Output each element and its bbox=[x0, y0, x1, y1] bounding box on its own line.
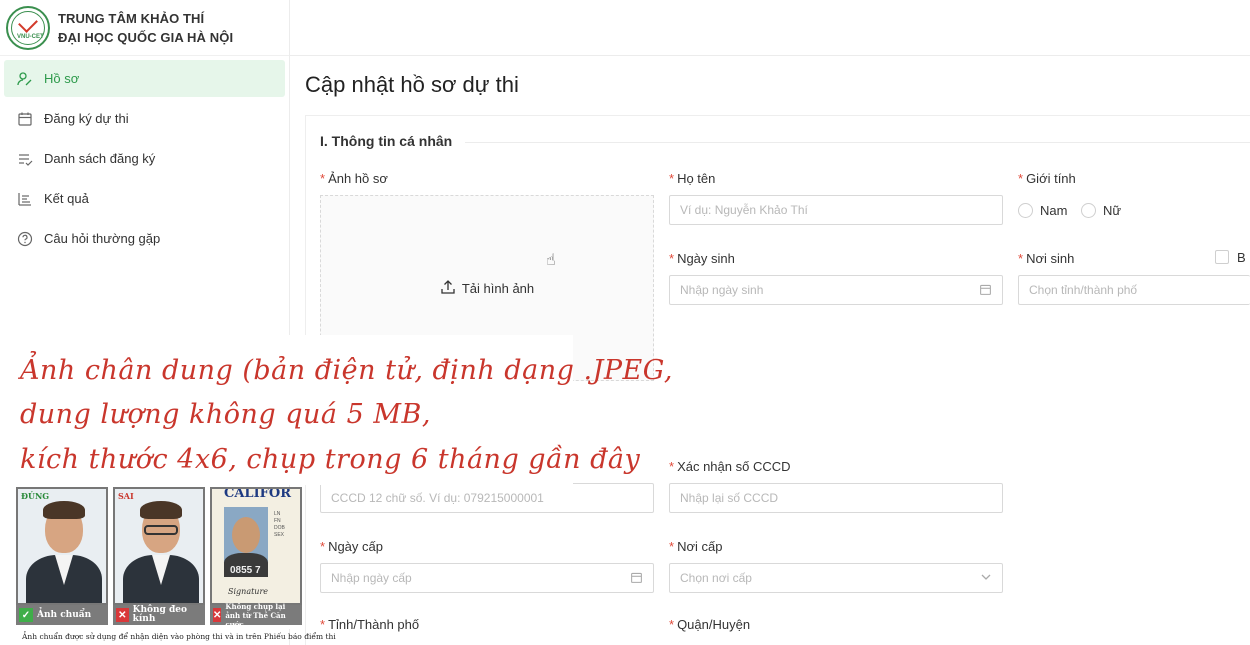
logo: VNU-CET bbox=[6, 5, 50, 50]
fullname-label: * Họ tên bbox=[669, 171, 716, 186]
org-name-line2: ĐẠI HỌC QUỐC GIA HÀ NỘI bbox=[58, 29, 234, 45]
sidebar-item-dang-ky[interactable]: Đăng ký dự thi bbox=[4, 100, 285, 137]
list-check-icon bbox=[16, 150, 34, 168]
top-bar bbox=[290, 0, 1250, 56]
hand-cursor-icon: ☝ bbox=[546, 252, 556, 269]
section-divider bbox=[465, 142, 1250, 143]
photo-example-id-card: CALIFOR LN FN DOB SEX 0855 7 Signature bbox=[210, 487, 302, 605]
section-title-personal: I. Thông tin cá nhân bbox=[320, 133, 453, 149]
photo-guide: ĐÚNG ✓ Ảnh chuẩn SAI ✕ Không đeo kính CA… bbox=[14, 487, 305, 629]
dob-input[interactable]: Nhập ngày sinh bbox=[669, 275, 1003, 305]
calendar-icon bbox=[979, 283, 992, 299]
gender-label: * Giới tính bbox=[1018, 171, 1076, 186]
sidebar-item-ket-qua[interactable]: Kết quả bbox=[4, 180, 285, 217]
sidebar-item-label: Câu hỏi thường gặp bbox=[44, 231, 161, 246]
question-circle-icon bbox=[16, 230, 34, 248]
issue-place-select[interactable]: Chọn nơi cấp bbox=[669, 563, 1003, 593]
cross-icon: ✕ bbox=[213, 608, 222, 622]
cccd-confirm-label: * Xác nhận số CCCD bbox=[669, 459, 791, 474]
photo-example-glasses: SAI bbox=[113, 487, 205, 605]
sidebar-menu: Hồ sơ Đăng ký dự thi Danh sách đăng ký K… bbox=[0, 60, 289, 257]
birthplace-select[interactable]: Chọn tỉnh/thành phố bbox=[1018, 275, 1250, 305]
banner-line-1: Ảnh chân dung (bản điện tử, định dạng .J… bbox=[20, 355, 673, 386]
gender-radio-nam[interactable]: Nam bbox=[1018, 203, 1067, 218]
sidebar-item-label: Hồ sơ bbox=[44, 71, 80, 86]
sidebar-item-ho-so[interactable]: Hồ sơ bbox=[4, 60, 285, 97]
chevron-down-icon bbox=[980, 571, 992, 586]
photo-example-correct: ĐÚNG bbox=[16, 487, 108, 605]
fullname-input[interactable]: Ví dụ: Nguyễn Khảo Thí bbox=[669, 195, 1003, 225]
province-label: * Tỉnh/Thành phố bbox=[320, 617, 420, 632]
issue-date-input[interactable]: Nhập ngày cấp bbox=[320, 563, 654, 593]
sidebar-item-label: Đăng ký dự thi bbox=[44, 111, 129, 126]
district-label: * Quận/Huyện bbox=[669, 617, 751, 632]
photo-requirements-banner: Ảnh chân dung (bản điện tử, định dạng .J… bbox=[0, 335, 672, 485]
cross-icon: ✕ bbox=[116, 608, 129, 622]
caption-correct: ✓ Ảnh chuẩn bbox=[16, 605, 108, 625]
sidebar-item-label: Danh sách đăng ký bbox=[44, 151, 156, 166]
banner-line-2: dung lượng không quá 5 MB, bbox=[20, 399, 431, 430]
caption-no-glasses: ✕ Không đeo kính bbox=[113, 605, 205, 625]
upload-label: Tải hình ảnh bbox=[461, 280, 535, 296]
gender-radio-nu[interactable]: Nữ bbox=[1081, 203, 1121, 218]
brand[interactable]: VNU-CET TRUNG TÂM KHẢO THÍ ĐẠI HỌC QUỐC … bbox=[0, 0, 289, 56]
dob-label: * Ngày sinh bbox=[669, 251, 735, 266]
photo-guide-note: Ảnh chuẩn được sử dụng để nhận diện vào … bbox=[22, 632, 336, 641]
sidebar-item-faq[interactable]: Câu hỏi thường gặp bbox=[4, 220, 285, 257]
birthplace-checkbox-label: B bbox=[1237, 250, 1246, 265]
bar-chart-icon bbox=[16, 190, 34, 208]
caption-no-id-card: ✕ Không chụp lại ảnh từ Thẻ Căn cước bbox=[210, 602, 302, 629]
calendar-icon bbox=[16, 110, 34, 128]
sidebar-item-label: Kết quả bbox=[44, 191, 89, 206]
banner-line-3: kích thước 4x6, chụp trong 6 tháng gần đ… bbox=[20, 444, 641, 475]
sidebar-item-danh-sach[interactable]: Danh sách đăng ký bbox=[4, 140, 285, 177]
upload-icon bbox=[440, 279, 456, 298]
birthplace-checkbox[interactable] bbox=[1215, 250, 1229, 264]
cccd-input[interactable]: CCCD 12 chữ số. Ví dụ: 079215000001 bbox=[320, 483, 654, 513]
birthplace-label: * Nơi sinh bbox=[1018, 251, 1075, 266]
issue-date-label: * Ngày cấp bbox=[320, 539, 383, 554]
org-name-line1: TRUNG TÂM KHẢO THÍ bbox=[58, 10, 205, 26]
user-edit-icon bbox=[16, 70, 34, 88]
photo-label: * Ảnh hồ sơ bbox=[320, 171, 388, 186]
page-title: Cập nhật hồ sơ dự thi bbox=[305, 72, 519, 97]
issue-place-label: * Nơi cấp bbox=[669, 539, 723, 554]
calendar-icon bbox=[630, 571, 643, 587]
cccd-confirm-input[interactable]: Nhập lại số CCCD bbox=[669, 483, 1003, 513]
org-name: TRUNG TÂM KHẢO THÍ ĐẠI HỌC QUỐC GIA HÀ N… bbox=[58, 9, 233, 47]
check-icon: ✓ bbox=[19, 608, 33, 622]
